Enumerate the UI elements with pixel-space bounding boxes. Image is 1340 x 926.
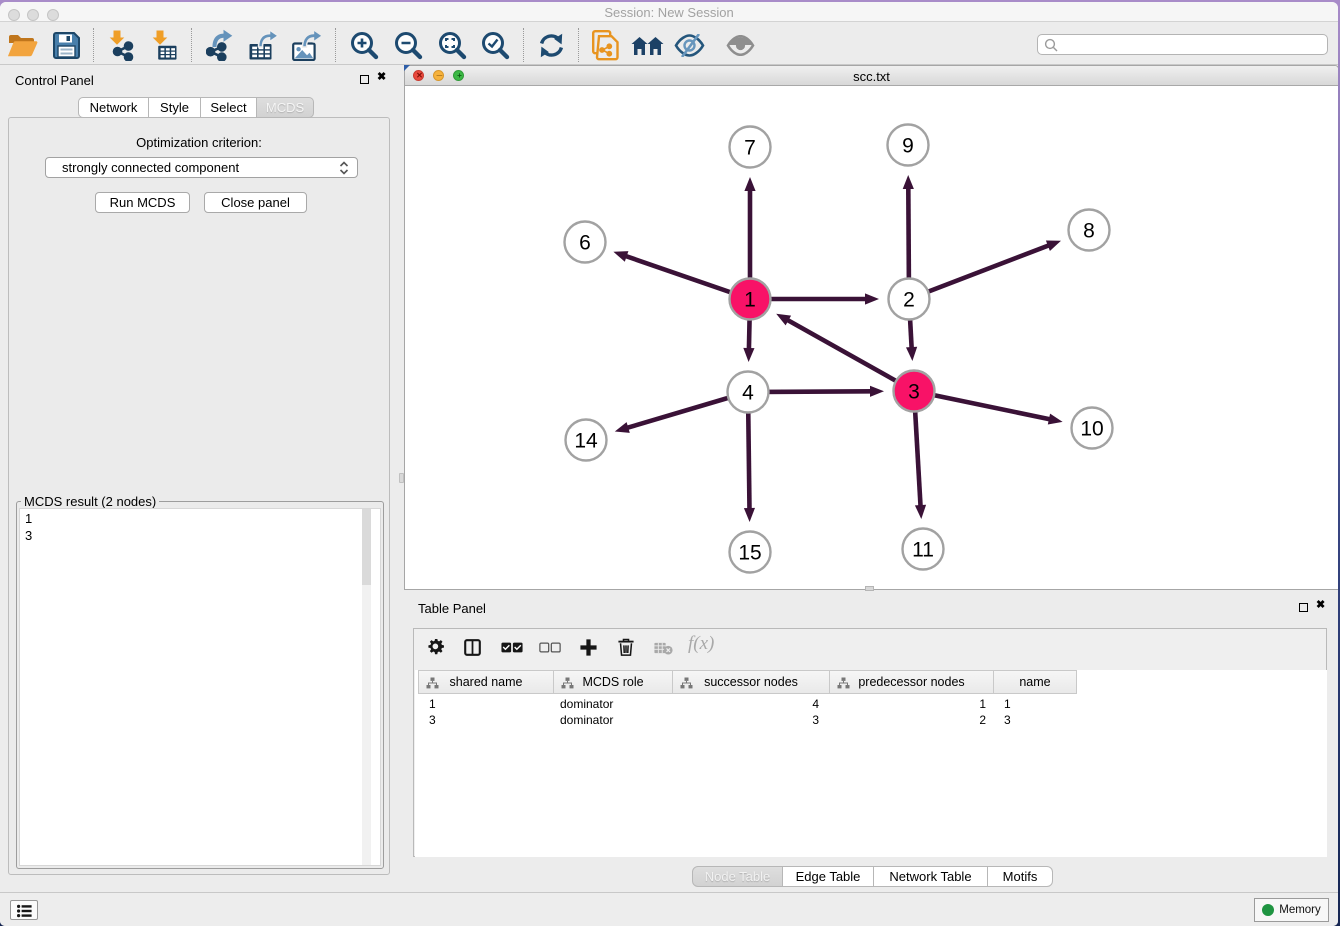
svg-text:6: 6 (579, 232, 591, 255)
svg-text:15: 15 (738, 542, 761, 565)
svg-text:14: 14 (574, 430, 598, 453)
svg-text:11: 11 (912, 539, 934, 562)
svg-text:8: 8 (1083, 220, 1095, 243)
svg-text:7: 7 (744, 137, 756, 160)
svg-text:3: 3 (908, 381, 920, 404)
svg-text:1: 1 (744, 289, 756, 312)
svg-text:4: 4 (742, 382, 754, 405)
svg-text:9: 9 (902, 135, 914, 158)
svg-text:10: 10 (1080, 418, 1103, 441)
svg-text:2: 2 (903, 289, 915, 312)
